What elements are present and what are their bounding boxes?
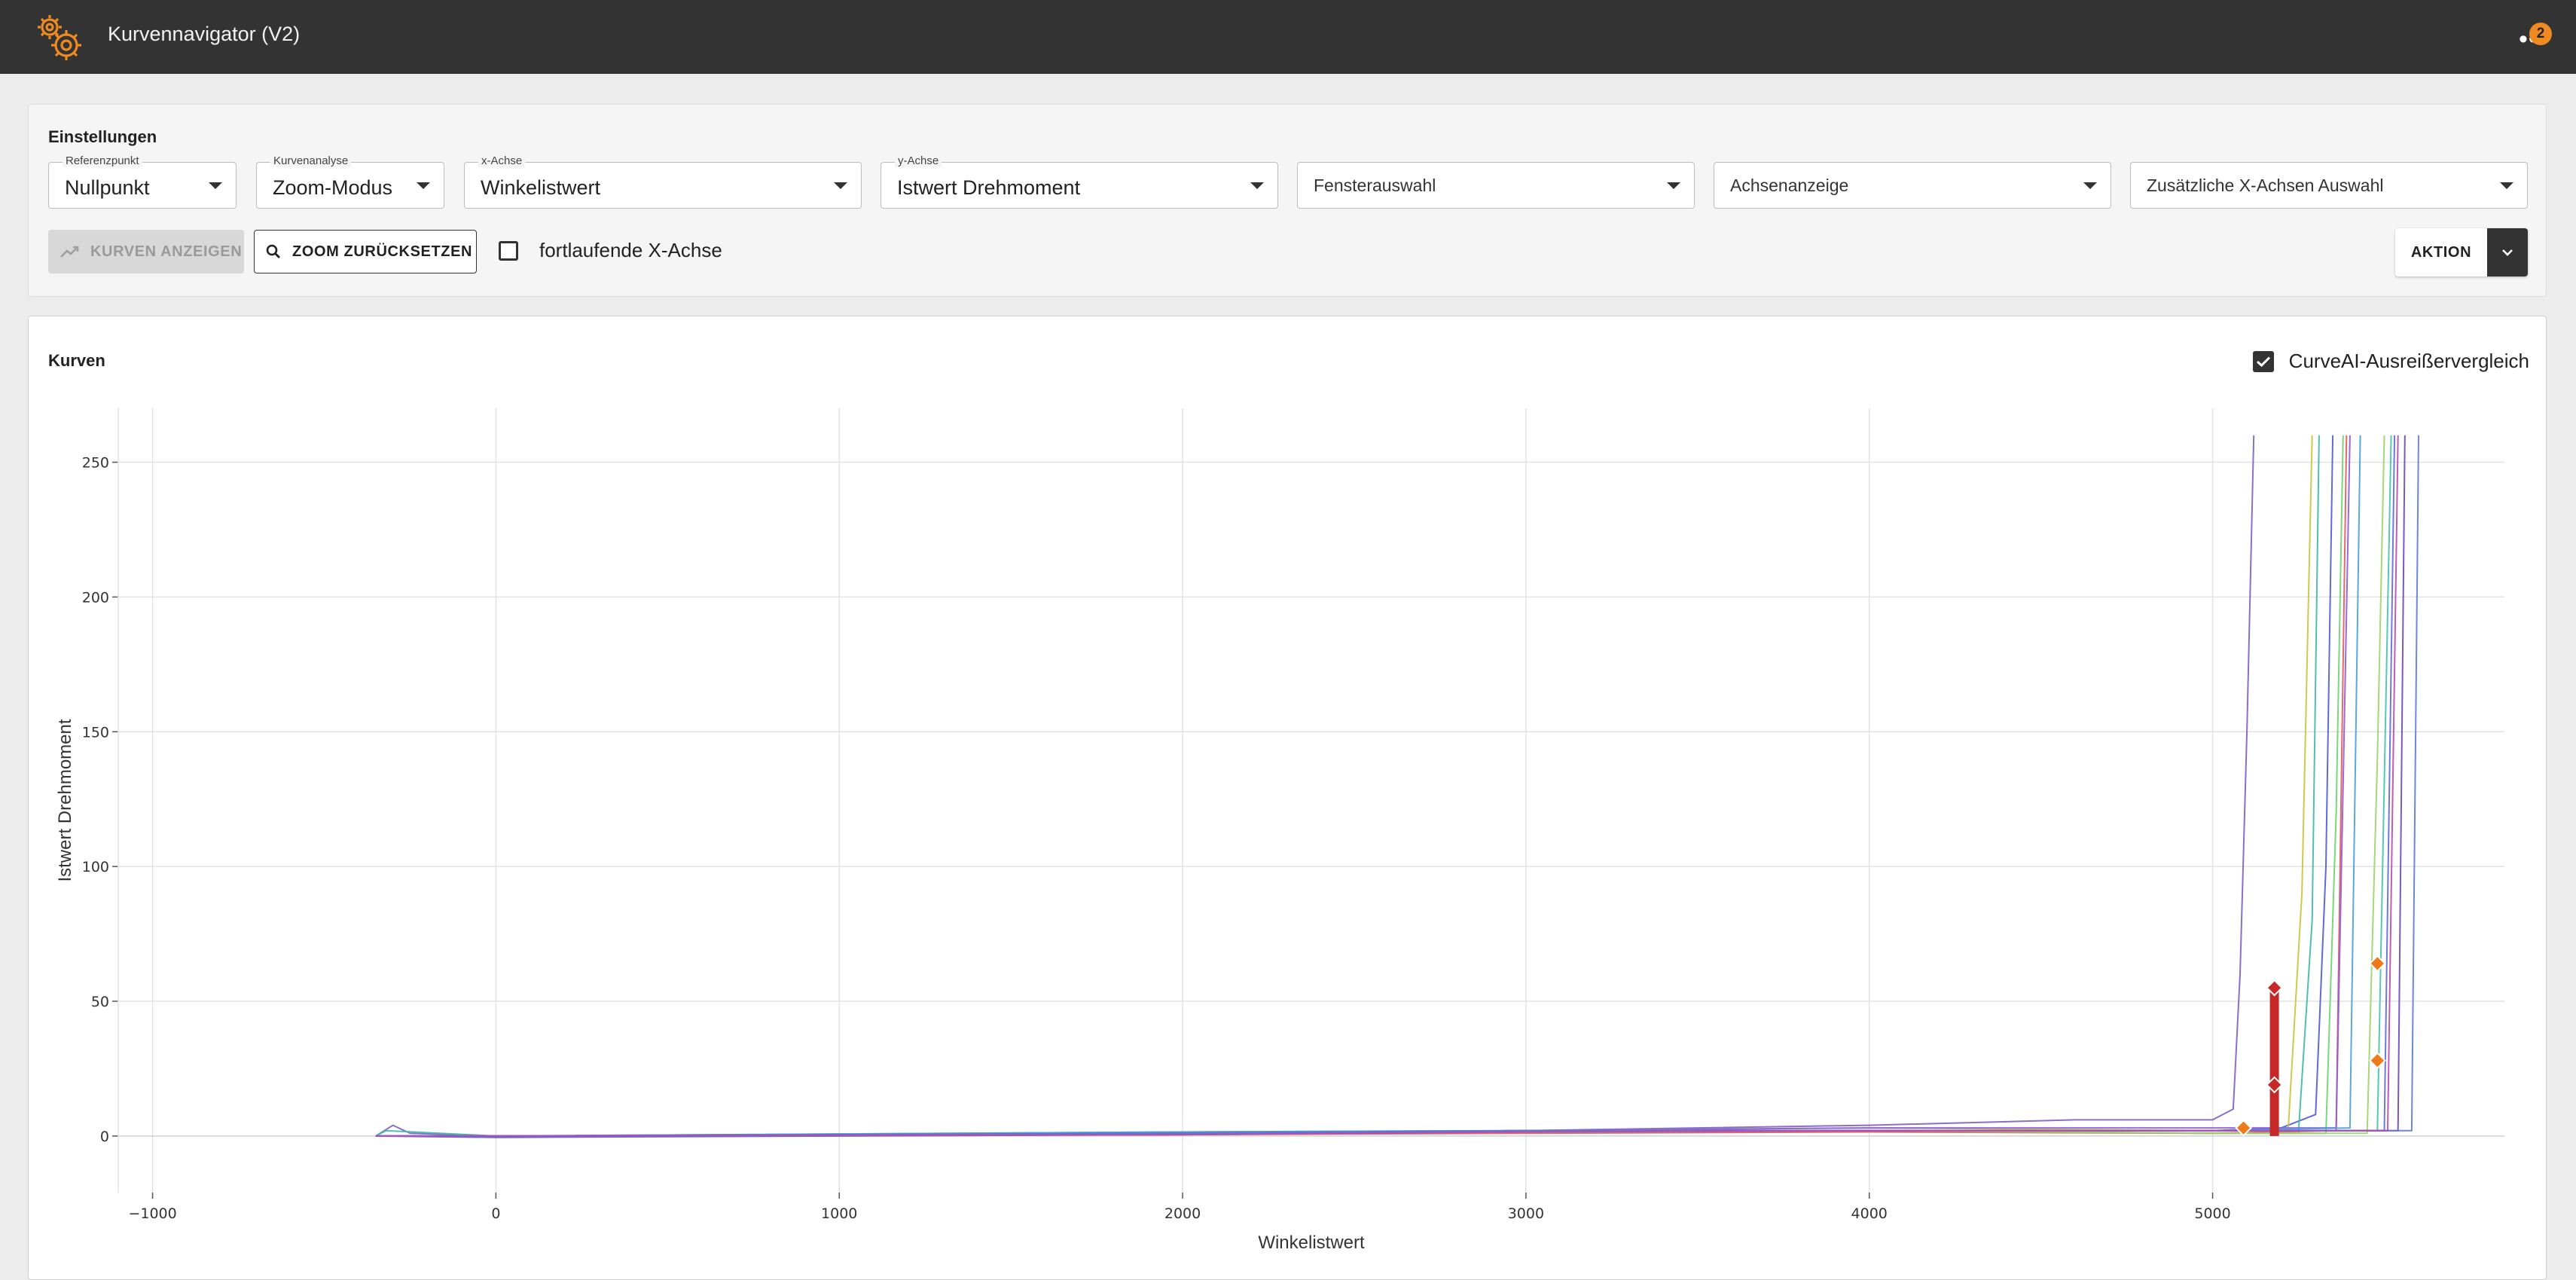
curve-line [375, 435, 2392, 1137]
action-button[interactable]: AKTION [2395, 228, 2487, 276]
settings-panel: Einstellungen Referenzpunkt Nullpunkt Ku… [28, 104, 2547, 297]
y-tick-label: 200 [82, 589, 109, 606]
axis-display-placeholder: Achsenanzeige [1730, 176, 1849, 195]
curve-line [375, 435, 2348, 1137]
curve-line [375, 435, 2351, 1137]
curve-line [375, 435, 2255, 1137]
x-axis-select[interactable]: x-Achse Winkelistwert [464, 155, 862, 209]
outlier-marker [2266, 1076, 2284, 1094]
show-curves-button[interactable]: KURVEN ANZEIGEN [48, 230, 244, 273]
chevron-down-icon [2502, 249, 2513, 256]
continuous-x-axis-checkbox[interactable] [499, 240, 518, 261]
x-axis-label: x-Achse [478, 155, 526, 167]
reference-point-value: Nullpunkt [65, 176, 150, 199]
app-bar: Kurvennavigator (V2) ••• 2 [0, 0, 2576, 74]
outlier-marker [2266, 979, 2284, 997]
x-tick-label: 1000 [821, 1205, 857, 1222]
y-tick-label: 250 [82, 455, 109, 472]
settings-title: Einstellungen [48, 127, 157, 146]
action-split-button: AKTION [2395, 228, 2528, 276]
window-selection-placeholder: Fensterauswahl [1314, 176, 1436, 195]
reset-zoom-button[interactable]: ZOOM ZURÜCKSETZEN [254, 230, 477, 273]
y-tick-label: 100 [82, 859, 109, 875]
caret-down-icon [1250, 182, 1264, 189]
curve-line [375, 435, 2419, 1137]
continuous-x-axis-toggle[interactable]: fortlaufende X-Achse [499, 239, 722, 262]
curve-line [375, 435, 2320, 1137]
x-axis-title: Winkelistwert [1258, 1233, 1365, 1253]
search-icon [265, 243, 282, 260]
y-tick-label: 150 [82, 724, 109, 741]
action-dropdown-button[interactable] [2487, 228, 2528, 276]
curve-line [375, 435, 2406, 1137]
notification-badge: 2 [2529, 23, 2552, 45]
caret-down-icon [417, 182, 430, 189]
curve-line [375, 435, 2396, 1137]
y-axis-value: Istwert Drehmoment [897, 176, 1081, 199]
x-tick-label: 0 [491, 1205, 500, 1222]
x-axis-value: Winkelistwert [481, 176, 601, 199]
reference-point-label: Referenzpunkt [63, 155, 142, 167]
outlier-marker [2368, 1052, 2386, 1070]
caret-down-icon [1667, 182, 1680, 189]
additional-x-axis-placeholder: Zusätzliche X-Achsen Auswahl [2147, 176, 2384, 195]
x-tick-label: 3000 [1508, 1205, 1544, 1222]
curve-analysis-label: Kurvenanalyse [270, 155, 352, 167]
curve-line [375, 435, 2361, 1137]
curve-line [375, 435, 2385, 1137]
show-curves-label: KURVEN ANZEIGEN [90, 243, 243, 260]
caret-down-icon [2500, 182, 2513, 189]
y-tick-label: 0 [100, 1129, 109, 1145]
curve-line [375, 435, 2399, 1137]
x-tick-label: 4000 [1851, 1205, 1888, 1222]
trending-up-icon [60, 245, 80, 258]
y-tick-label: 50 [91, 994, 109, 1010]
window-selection-select[interactable]: Fensterauswahl [1297, 162, 1695, 209]
curves-panel: Kurven CurveAI-Ausreißervergleich −1000 0… [28, 316, 2547, 1280]
reference-point-select[interactable]: Referenzpunkt Nullpunkt [48, 155, 237, 209]
curve-line [375, 435, 2344, 1137]
curve-line [375, 435, 2334, 1138]
app-title: Kurvennavigator (V2) [108, 23, 301, 45]
curve-analysis-value: Zoom-Modus [273, 176, 393, 199]
curve-line [375, 435, 2313, 1137]
more-menu-button[interactable]: ••• 2 [2511, 17, 2553, 59]
axis-display-select[interactable]: Achsenanzeige [1714, 162, 2111, 209]
y-axis-title: Istwert Drehmoment [55, 719, 75, 881]
curve-chart[interactable]: −1000 0 1000 2000 3000 4000 5000 0 50 100 150 200 25… [29, 316, 2547, 1262]
x-tick-label: 5000 [2194, 1205, 2230, 1222]
caret-down-icon [2083, 182, 2097, 189]
reset-zoom-label: ZOOM ZURÜCKSETZEN [292, 243, 473, 260]
caret-down-icon [209, 182, 222, 189]
additional-x-axis-select[interactable]: Zusätzliche X-Achsen Auswahl [2130, 162, 2528, 209]
x-tick-label: −1000 [128, 1205, 176, 1222]
y-axis-label: y-Achse [895, 155, 942, 167]
caret-down-icon [834, 182, 847, 189]
y-axis-select[interactable]: y-Achse Istwert Drehmoment [881, 155, 1278, 209]
gears-icon[interactable] [30, 8, 87, 65]
x-tick-label: 2000 [1164, 1205, 1201, 1222]
outlier-bar [2269, 988, 2279, 1136]
continuous-x-axis-label: fortlaufende X-Achse [539, 239, 722, 261]
curve-analysis-select[interactable]: Kurvenanalyse Zoom-Modus [256, 155, 444, 209]
